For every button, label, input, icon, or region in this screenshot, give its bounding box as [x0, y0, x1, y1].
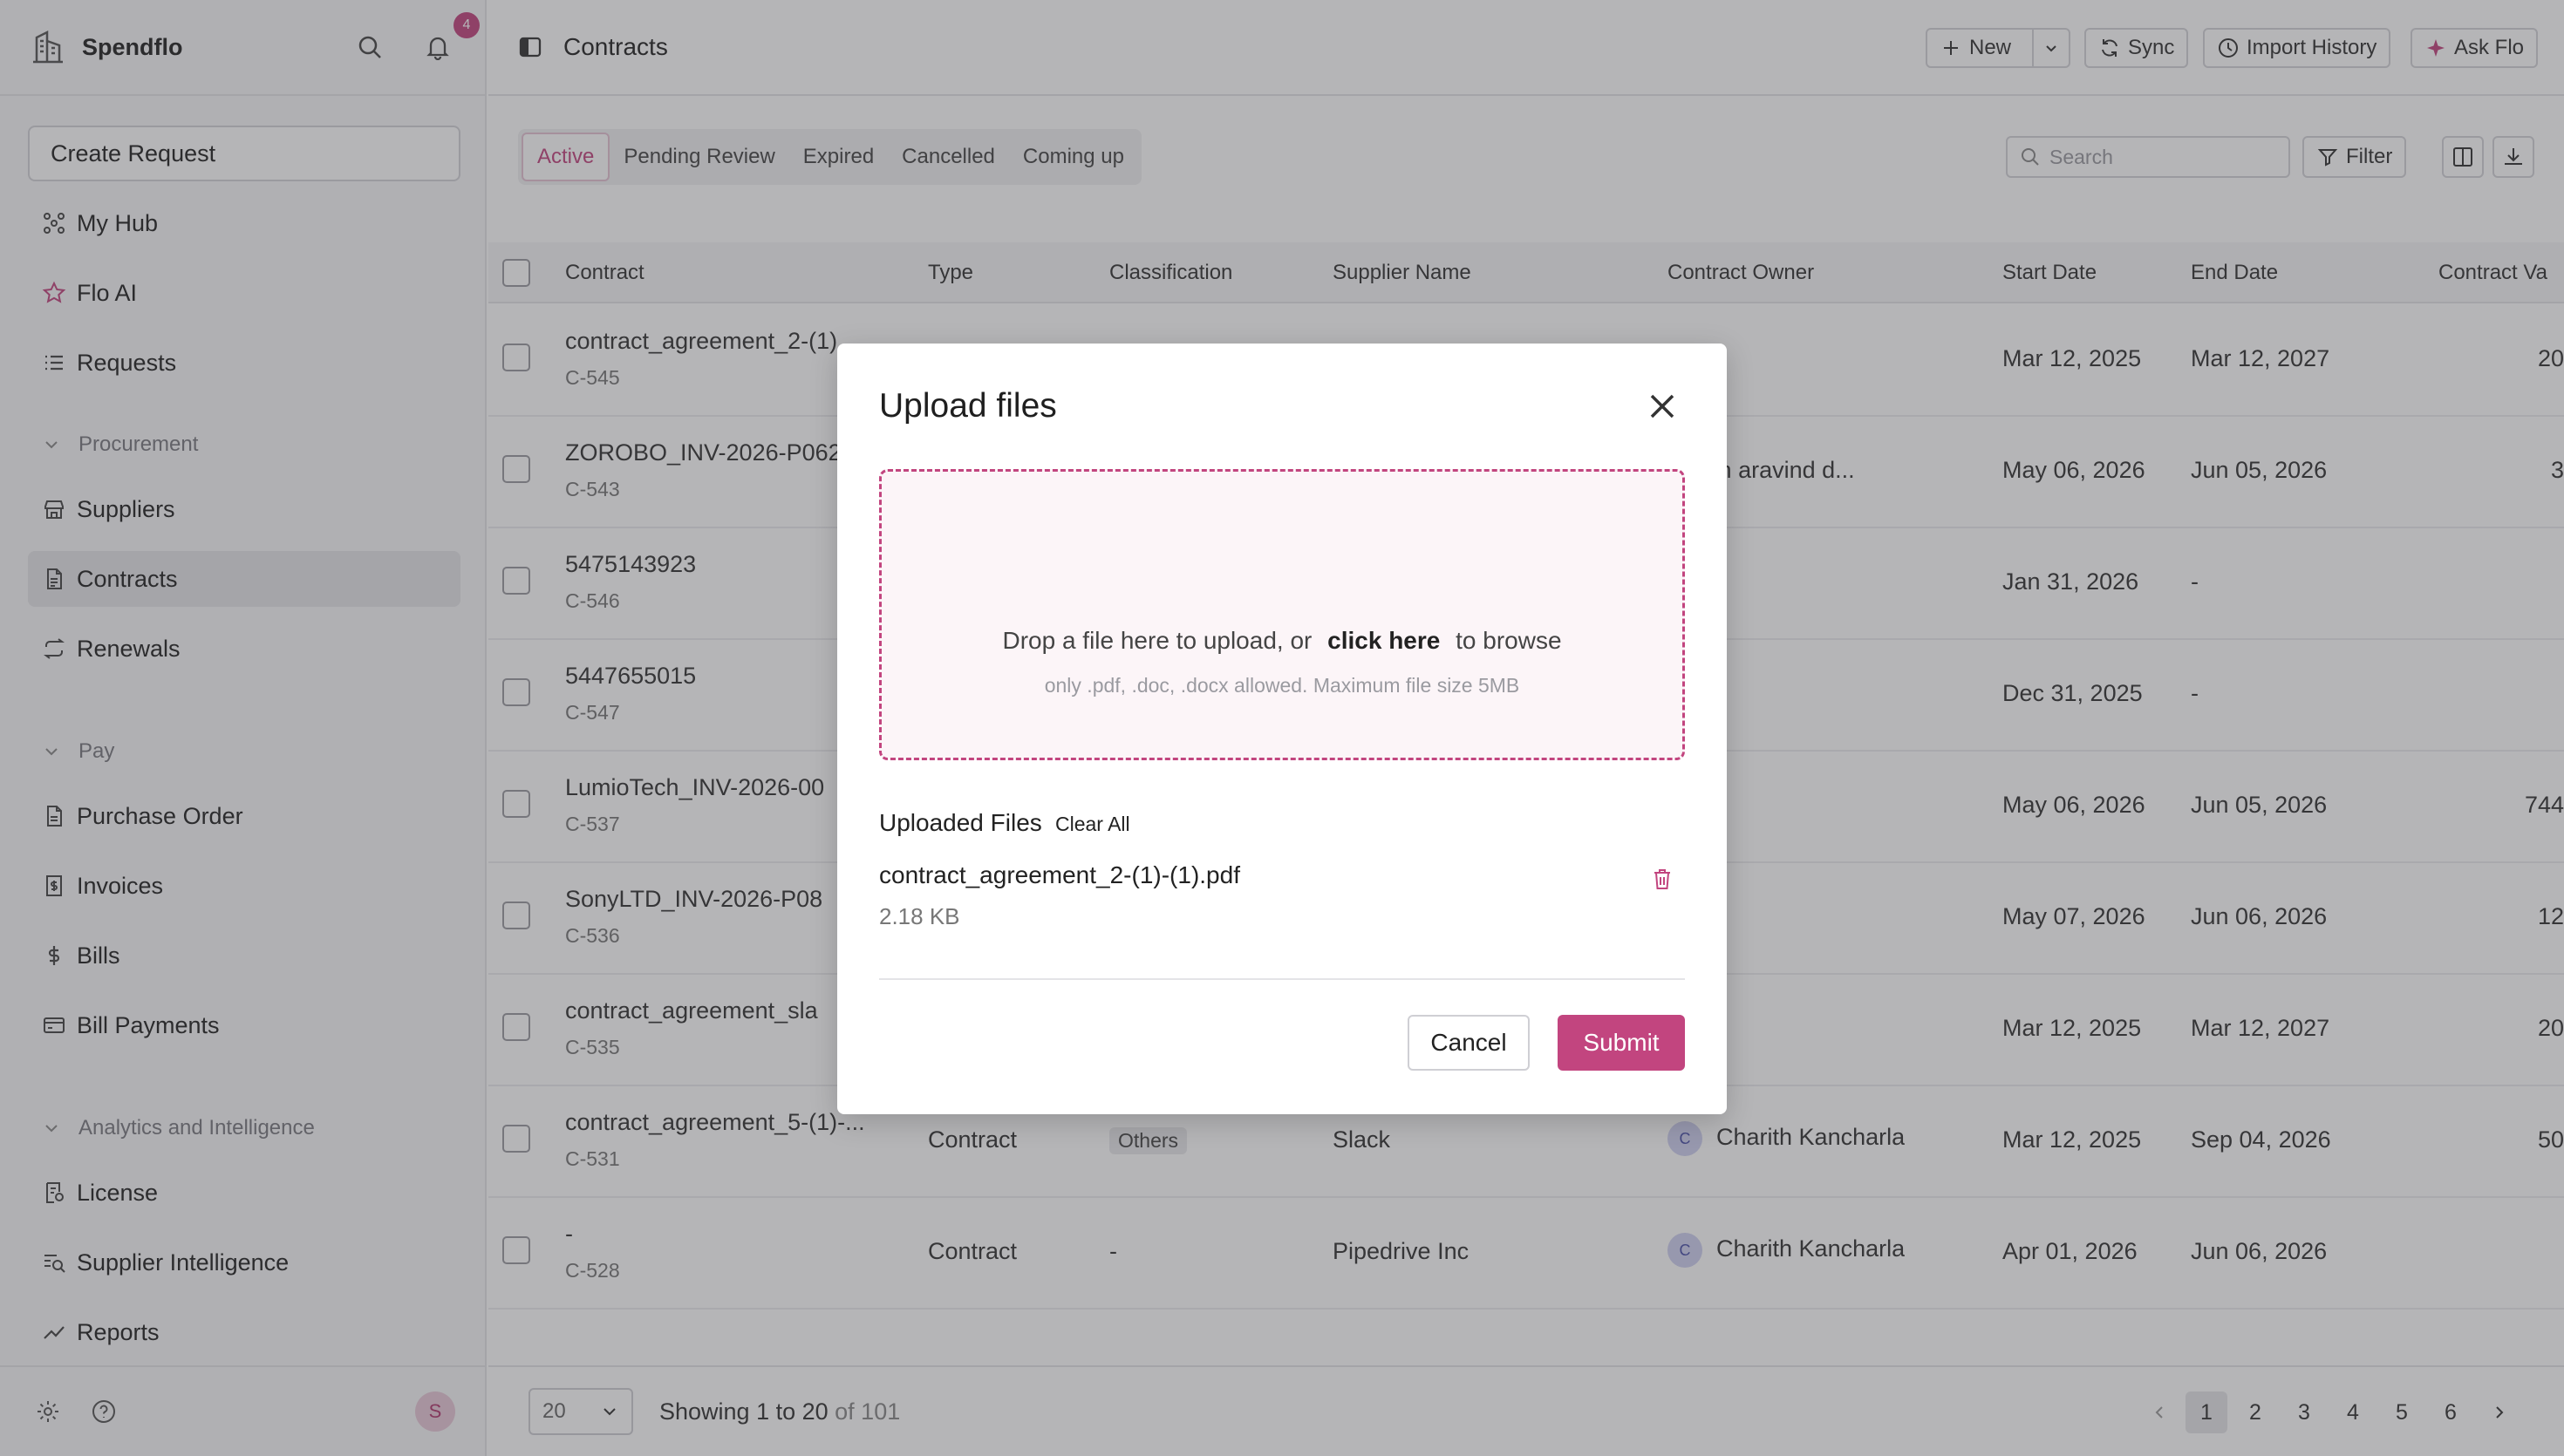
modal-title: Upload files	[879, 387, 1057, 425]
browse-link[interactable]: click here	[1327, 627, 1440, 654]
drop-text: Drop a file here to upload, or	[1002, 627, 1313, 654]
modal-divider	[879, 978, 1685, 980]
uploaded-file-name: contract_agreement_2-(1)-(1).pdf	[879, 861, 1240, 888]
upload-files-modal: Upload files Drop a file here to upload,…	[837, 344, 1727, 1114]
close-icon[interactable]	[1643, 387, 1681, 425]
file-dropzone[interactable]: Drop a file here to upload, or click her…	[879, 469, 1685, 760]
submit-button[interactable]: Submit	[1558, 1015, 1685, 1071]
dropzone-text: Drop a file here to upload, or click her…	[882, 627, 1682, 655]
uploaded-files-label: Uploaded Files	[879, 809, 1042, 836]
uploaded-file-size: 2.18 KB	[879, 903, 960, 929]
cancel-button[interactable]: Cancel	[1408, 1015, 1530, 1071]
browse-suffix: to browse	[1456, 627, 1562, 654]
trash-icon[interactable]	[1648, 865, 1676, 893]
dropzone-hint: only .pdf, .doc, .docx allowed. Maximum …	[1044, 674, 1520, 697]
clear-all-button[interactable]: Clear All	[1055, 813, 1130, 836]
